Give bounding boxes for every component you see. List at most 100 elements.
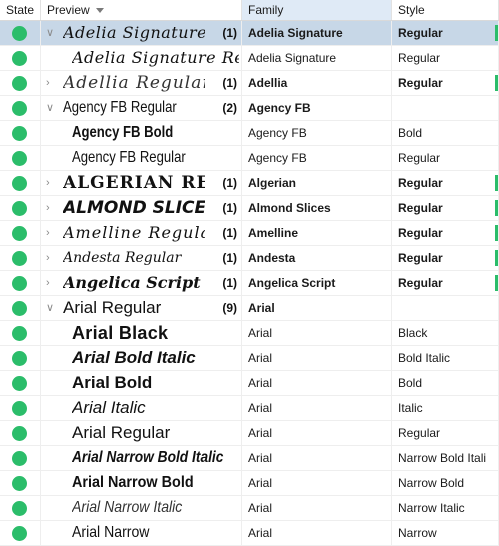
state-cell [0,171,41,195]
font-row[interactable]: Arial Bold Arial Bold [0,371,499,396]
font-family-group-row[interactable]: ∨ Agency FB Regular (2) Agency FB [0,96,499,121]
state-cell [0,221,41,245]
chevron-down-icon[interactable]: ∨ [46,96,56,120]
status-dot-icon[interactable] [12,76,27,91]
preview-cell: › Amelline Regular (1) [41,221,242,245]
font-count-badge: (1) [222,226,237,240]
status-dot-icon[interactable] [12,176,27,191]
font-family-group-row[interactable]: › Andesta Regular (1) Andesta Regular [0,246,499,271]
next-column-indicator [495,250,498,266]
font-preview-sample: Amelline Regular [63,223,205,242]
status-dot-icon[interactable] [12,476,27,491]
style-cell: Bold [392,121,499,145]
status-dot-icon[interactable] [12,126,27,141]
font-preview-sample: Arial Regular [63,298,162,317]
font-preview-sample: ALGERIAN REGULAR [63,173,205,193]
font-family-group-row[interactable]: › ALGERIAN REGULAR (1) Algerian Regular [0,171,499,196]
family-cell: Arial [242,396,392,420]
font-preview-sample: Arial Narrow Italic [72,499,183,516]
preview-cell: › Adellia Regular (1) [41,71,242,95]
status-dot-icon[interactable] [12,326,27,341]
status-dot-icon[interactable] [12,301,27,316]
font-count-badge: (1) [222,201,237,215]
chevron-right-icon[interactable]: › [46,71,56,95]
sort-down-icon[interactable] [95,8,104,14]
status-dot-icon[interactable] [12,226,27,241]
font-row[interactable]: Arial Narrow Italic Arial Narrow Italic [0,496,499,521]
next-column-indicator [495,25,498,41]
chevron-right-icon[interactable]: › [46,171,56,195]
font-family-group-row[interactable]: ∨ Arial Regular (9) Arial [0,296,499,321]
font-row[interactable]: Adelia Signature RegularAdelia Signature… [0,46,499,71]
font-preview-text: Arial Narrow Bold [72,471,239,495]
column-header-preview[interactable]: Preview [41,0,242,20]
family-cell: Almond Slices [242,196,392,220]
font-row[interactable]: Arial Narrow Arial Narrow [0,521,499,546]
font-row[interactable]: Arial Narrow Bold Italic Arial Narrow Bold… [0,446,499,471]
font-row[interactable]: Arial Black Arial Black [0,321,499,346]
status-dot-icon[interactable] [12,251,27,266]
column-header-state[interactable]: State [0,0,41,20]
font-row[interactable]: Arial Narrow Bold Arial Narrow Bold [0,471,499,496]
font-count-badge: (1) [222,76,237,90]
chevron-right-icon[interactable]: › [46,271,56,295]
status-dot-icon[interactable] [12,451,27,466]
style-cell: Regular [392,46,499,70]
font-family-group-row[interactable]: › Adellia Regular (1) Adellia Regular [0,71,499,96]
chevron-down-icon[interactable]: ∨ [46,21,56,45]
font-row[interactable]: Arial Italic Arial Italic [0,396,499,421]
font-preview-text: ALMOND SLICES REGULAR [63,196,205,220]
preview-cell: Agency FB Regular [41,146,242,170]
column-header-preview-label: Preview [47,3,90,17]
status-dot-icon[interactable] [12,151,27,166]
font-preview-text: Andesta Regular [63,246,205,270]
column-header-state-label: State [6,3,35,17]
state-cell [0,471,41,495]
font-preview-sample: Arial Italic [72,398,146,417]
chevron-right-icon[interactable]: › [46,196,56,220]
status-dot-icon[interactable] [12,101,27,116]
font-preview-text: Angelica Script Regular [63,271,205,295]
status-dot-icon[interactable] [12,201,27,216]
font-family-group-row[interactable]: › Angelica Script Regular (1) Angelica Scri… [0,271,499,296]
status-dot-icon[interactable] [12,426,27,441]
font-family-group-row[interactable]: › ALMOND SLICES REGULAR (1) Almond Slices Re… [0,196,499,221]
font-preview-sample: Angelica Script Regular [63,273,205,292]
status-dot-icon[interactable] [12,26,27,41]
preview-cell: ∨ Adelia Signature Regular (1) [41,21,242,45]
status-dot-icon[interactable] [12,376,27,391]
status-dot-icon[interactable] [12,501,27,516]
column-header-style[interactable]: Style [392,0,499,20]
status-dot-icon[interactable] [12,526,27,541]
font-preview-text: Agency FB Regular [72,146,239,170]
style-cell: Narrow Bold Itali [392,446,499,470]
status-dot-icon[interactable] [12,276,27,291]
style-cell: Narrow Italic [392,496,499,520]
style-label: Regular [398,51,441,65]
state-cell [0,21,41,45]
column-header-family[interactable]: Family [242,0,392,20]
style-cell: Regular [392,146,499,170]
chevron-right-icon[interactable]: › [46,221,56,245]
style-label: Regular [398,76,443,90]
status-dot-icon[interactable] [12,51,27,66]
preview-cell: › Angelica Script Regular (1) [41,271,242,295]
font-row[interactable]: Arial Bold Italic Arial Bold Italic [0,346,499,371]
font-row[interactable]: Agency FB Regular Agency FB Regular [0,146,499,171]
font-family-group-row[interactable]: ∨ Adelia Signature Regular (1) Adelia Signa… [0,21,499,46]
next-column-indicator [495,275,498,291]
font-preview-text: Arial Italic [72,396,239,420]
state-cell [0,96,41,120]
font-preview-text: Arial Regular [72,421,239,445]
chevron-down-icon[interactable]: ∨ [46,296,56,320]
font-preview-sample: Andesta Regular [63,250,182,266]
status-dot-icon[interactable] [12,401,27,416]
font-family-group-row[interactable]: › Amelline Regular (1) Amelline Regular [0,221,499,246]
font-row[interactable]: Agency FB Bold Agency FB Bold [0,121,499,146]
font-row[interactable]: Arial Regular Arial Regular [0,421,499,446]
chevron-right-icon[interactable]: › [46,246,56,270]
family-cell: Amelline [242,221,392,245]
style-label: Regular [398,176,443,190]
preview-cell: Arial Black [41,321,242,345]
status-dot-icon[interactable] [12,351,27,366]
